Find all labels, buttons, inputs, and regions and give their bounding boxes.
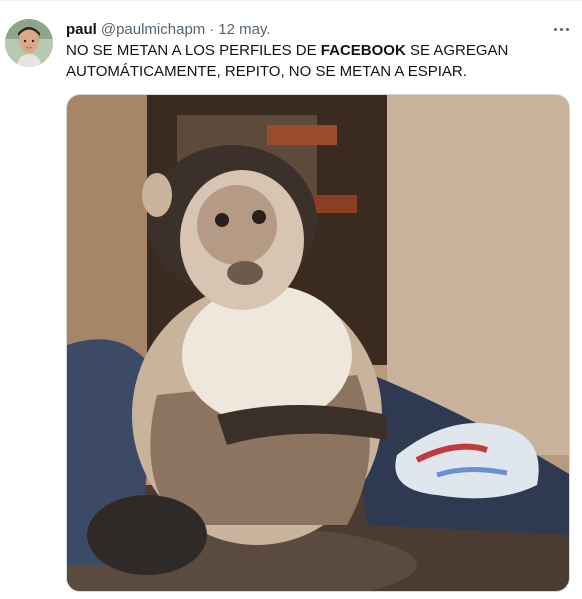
tweet-text-bold: FACEBOOK [320, 42, 406, 59]
tweet-text-before: NO SE METAN A LOS PERFILES DE [66, 42, 321, 59]
more-horizontal-icon[interactable] [548, 18, 574, 40]
monkey-photo [67, 95, 569, 591]
tweet-header: paul @paulmichapm · 12 may. [66, 19, 271, 39]
avatar[interactable] [5, 19, 53, 67]
divider [0, 0, 582, 1]
tweet-text: NO SE METAN A LOS PERFILES DE FACEBOOK S… [66, 40, 556, 82]
author-handle[interactable]: @paulmichapm [101, 21, 205, 38]
separator: · [209, 20, 215, 38]
tweet-media[interactable] [66, 94, 570, 592]
avatar-image [5, 19, 53, 67]
author-name[interactable]: paul [66, 21, 97, 38]
tweet-date[interactable]: 12 may. [218, 21, 270, 38]
